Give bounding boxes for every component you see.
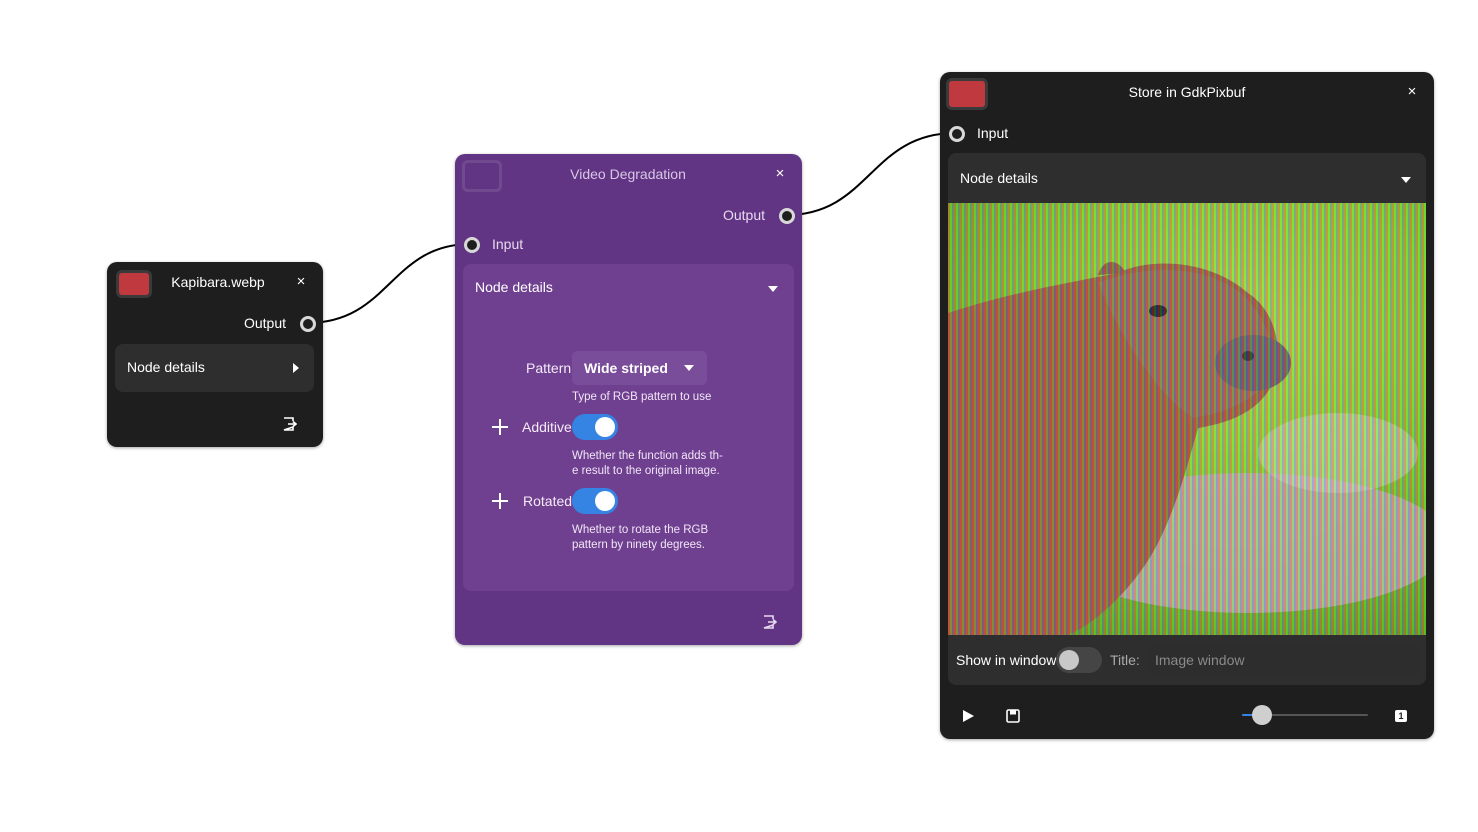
show-in-window-label: Show in window xyxy=(956,652,1057,668)
add-rotated-icon[interactable] xyxy=(492,493,508,509)
output-port[interactable] xyxy=(300,316,316,332)
add-additive-icon[interactable] xyxy=(492,419,508,435)
video-degradation-node[interactable]: Video Degradation × Output Input Node de… xyxy=(455,154,802,645)
close-icon[interactable]: × xyxy=(291,272,311,292)
pattern-description: Type of RGB pattern to use xyxy=(572,391,712,403)
kapibara-node[interactable]: Kapibara.webp × Output Node details xyxy=(107,262,323,447)
image-preview xyxy=(948,203,1426,635)
toggle-knob xyxy=(595,417,615,437)
toggle-knob xyxy=(595,491,615,511)
additive-label: Additive xyxy=(522,419,572,435)
output-label: Output xyxy=(243,315,286,331)
chevron-down-icon[interactable] xyxy=(1401,177,1411,183)
store-gdkpixbuf-node[interactable]: Store in GdkPixbuf × Input Node details xyxy=(940,72,1434,739)
save-icon[interactable] xyxy=(1006,709,1020,723)
output-label: Output xyxy=(722,207,765,223)
input-port[interactable] xyxy=(949,126,965,142)
node-header[interactable]: Store in GdkPixbuf × xyxy=(940,72,1434,116)
pattern-dropdown[interactable]: Wide striped xyxy=(572,351,707,385)
input-label: Input xyxy=(977,125,1009,141)
play-icon[interactable] xyxy=(963,710,974,722)
chevron-right-icon xyxy=(293,363,299,373)
export-icon[interactable] xyxy=(763,615,777,629)
pattern-label: Pattern xyxy=(526,360,572,376)
output-port[interactable] xyxy=(779,208,795,224)
node-color-swatch[interactable] xyxy=(946,78,988,110)
node-details-label[interactable]: Node details xyxy=(475,279,553,295)
slider-handle[interactable] xyxy=(1251,705,1272,725)
node-title: Store in GdkPixbuf xyxy=(1128,84,1246,100)
chevron-down-icon xyxy=(684,365,694,371)
node-title: Video Degradation xyxy=(570,166,686,182)
page-indicator-label: 1 xyxy=(1398,711,1404,721)
show-in-window-toggle[interactable] xyxy=(1056,647,1102,673)
node-header[interactable]: Video Degradation × xyxy=(455,154,802,198)
wire-degradation-to-store xyxy=(785,132,957,216)
title-label: Title: xyxy=(1110,652,1140,668)
additive-toggle[interactable] xyxy=(572,414,618,440)
node-details-panel: Node details Pattern Wide striped Type o… xyxy=(463,264,794,591)
node-details-label[interactable]: Node details xyxy=(960,170,1038,186)
node-color-swatch[interactable] xyxy=(462,160,502,192)
capybara-image xyxy=(948,203,1426,635)
toggle-knob xyxy=(1059,650,1079,670)
rotated-toggle[interactable] xyxy=(572,488,618,514)
node-header[interactable]: Kapibara.webp × xyxy=(107,262,323,306)
chevron-down-icon[interactable] xyxy=(768,286,778,292)
node-color-swatch[interactable] xyxy=(116,270,152,298)
node-details-panel: Node details Show in window Title: Image… xyxy=(948,153,1426,685)
node-details-expander[interactable]: Node details xyxy=(115,344,314,392)
zoom-slider[interactable] xyxy=(1242,705,1368,725)
node-details-label: Node details xyxy=(127,359,205,375)
close-icon[interactable]: × xyxy=(1402,82,1422,102)
close-icon[interactable]: × xyxy=(770,164,790,184)
wire-kapibara-to-degradation xyxy=(306,243,472,324)
node-title: Kapibara.webp xyxy=(171,274,265,290)
additive-description: Whether the function adds th-e result to… xyxy=(572,450,723,477)
input-label: Input xyxy=(492,236,524,252)
window-title-input[interactable] xyxy=(1146,644,1418,676)
rotated-label: Rotated xyxy=(523,493,573,509)
pattern-dropdown-value: Wide striped xyxy=(584,360,668,376)
page-indicator-icon[interactable]: 1 xyxy=(1395,710,1407,722)
rotated-description: Whether to rotate the RGB pattern by nin… xyxy=(572,524,709,551)
input-port[interactable] xyxy=(464,237,480,253)
export-icon[interactable] xyxy=(283,417,297,431)
